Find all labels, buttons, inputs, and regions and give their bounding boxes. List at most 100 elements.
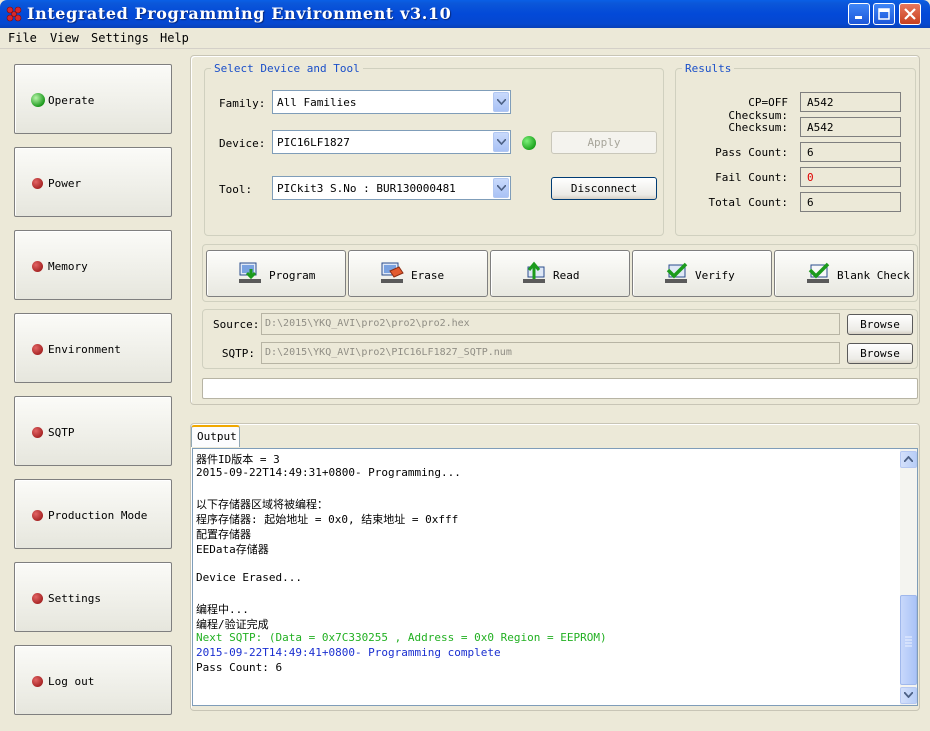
blank-check-label: Blank Check bbox=[837, 269, 910, 282]
device-group-title: Select Device and Tool bbox=[211, 62, 363, 75]
log-line: 程序存储器: 起始地址 = 0x0, 结束地址 = 0xfff bbox=[196, 513, 459, 526]
nav-label: Environment bbox=[48, 343, 121, 356]
pass-count-value: 6 bbox=[807, 146, 814, 159]
nav-environment-button[interactable]: Environment bbox=[14, 313, 172, 383]
fail-count-value: 0 bbox=[807, 171, 814, 184]
program-button[interactable]: Program bbox=[206, 250, 346, 297]
source-browse-button[interactable]: Browse bbox=[847, 314, 913, 335]
output-scrollbar[interactable] bbox=[900, 449, 917, 705]
nav-label: Production Mode bbox=[48, 509, 148, 522]
menu-settings[interactable]: Settings bbox=[91, 31, 149, 45]
status-led-icon bbox=[31, 93, 45, 107]
read-icon bbox=[523, 261, 545, 283]
nav-label: Settings bbox=[48, 592, 101, 605]
nav-sqtp-button[interactable]: SQTP bbox=[14, 396, 172, 466]
sqtp-path-field[interactable]: D:\2015\YKQ_AVI\pro2\PIC16LF1827_SQTP.nu… bbox=[261, 342, 840, 364]
nav-settings-button[interactable]: Settings bbox=[14, 562, 172, 632]
verify-button[interactable]: Verify bbox=[632, 250, 772, 297]
grip-icon bbox=[905, 636, 912, 647]
device-label: Device: bbox=[219, 137, 266, 150]
nav-log-out-button[interactable]: Log out bbox=[14, 645, 172, 715]
chevron-down-icon[interactable] bbox=[493, 178, 509, 198]
device-status-led-icon bbox=[522, 136, 536, 150]
menu-help[interactable]: Help bbox=[160, 31, 189, 45]
maximize-button[interactable] bbox=[873, 3, 895, 25]
window-title: Integrated Programming Environment v3.10 bbox=[27, 4, 452, 23]
log-line: 以下存储器区域将被编程： bbox=[196, 498, 328, 511]
sqtp-browse-button[interactable]: Browse bbox=[847, 343, 913, 364]
pass-count-value-box: 6 bbox=[800, 142, 901, 162]
device-value: PIC16LF1827 bbox=[277, 136, 350, 149]
nav-label: Memory bbox=[48, 260, 88, 273]
status-led-icon bbox=[32, 510, 43, 521]
scroll-up-button[interactable] bbox=[900, 451, 917, 468]
family-label: Family: bbox=[219, 97, 266, 110]
status-led-icon bbox=[32, 178, 43, 189]
nav-operate-button[interactable]: Operate bbox=[14, 64, 172, 134]
family-select[interactable]: All Families bbox=[272, 90, 511, 114]
menu-file[interactable]: File bbox=[8, 31, 37, 45]
menu-view[interactable]: View bbox=[50, 31, 79, 45]
minimize-icon bbox=[855, 16, 862, 19]
maximize-icon bbox=[878, 8, 890, 20]
tab-output[interactable]: Output bbox=[191, 425, 240, 447]
status-led-icon bbox=[32, 344, 43, 355]
tool-label: Tool: bbox=[219, 183, 253, 196]
nav-production-mode-button[interactable]: Production Mode bbox=[14, 479, 172, 549]
source-path-field[interactable]: D:\2015\YKQ_AVI\pro2\pro2\pro2.hex bbox=[261, 313, 840, 335]
pass-count-label: Pass Count: bbox=[715, 146, 788, 159]
apply-button[interactable]: Apply bbox=[551, 131, 657, 154]
total-count-value-box: 6 bbox=[800, 192, 901, 212]
device-select[interactable]: PIC16LF1827 bbox=[272, 130, 511, 154]
minimize-button[interactable] bbox=[848, 3, 870, 25]
log-line: 配置存储器 bbox=[196, 528, 251, 541]
nav-memory-button[interactable]: Memory bbox=[14, 230, 172, 300]
tool-select[interactable]: PICkit3 S.No : BUR130000481 bbox=[272, 176, 511, 200]
total-count-value: 6 bbox=[807, 196, 814, 209]
cp-off-checksum-value: A542 bbox=[807, 96, 834, 109]
total-count-label: Total Count: bbox=[708, 196, 788, 209]
source-label: Source: bbox=[213, 318, 260, 331]
output-log[interactable]: 器件ID版本 = 3 2015-09-22T14:49:31+0800- Pro… bbox=[192, 448, 918, 706]
chevron-down-icon[interactable] bbox=[493, 92, 509, 112]
nav-label: Power bbox=[48, 177, 82, 190]
disconnect-button[interactable]: Disconnect bbox=[551, 177, 657, 200]
nav-label: SQTP bbox=[48, 426, 75, 439]
checksum-value: A542 bbox=[807, 121, 834, 134]
log-line: 2015-09-22T14:49:31+0800- Programming... bbox=[196, 466, 461, 479]
title-bar[interactable]: Integrated Programming Environment v3.10 bbox=[0, 0, 930, 28]
close-icon bbox=[904, 8, 916, 20]
fail-count-label: Fail Count: bbox=[715, 171, 788, 184]
close-button[interactable] bbox=[899, 3, 921, 25]
chevron-down-icon[interactable] bbox=[493, 132, 509, 152]
sqtp-path-value: D:\2015\YKQ_AVI\pro2\PIC16LF1827_SQTP.nu… bbox=[265, 347, 512, 358]
log-line: 器件ID版本 = 3 bbox=[196, 453, 280, 466]
source-path-value: D:\2015\YKQ_AVI\pro2\pro2\pro2.hex bbox=[265, 318, 470, 329]
log-line: 编程中... bbox=[196, 603, 249, 616]
erase-button[interactable]: Erase bbox=[348, 250, 488, 297]
status-led-icon bbox=[32, 676, 43, 687]
sqtp-label: SQTP: bbox=[221, 347, 255, 360]
scroll-down-button[interactable] bbox=[900, 687, 917, 704]
status-led-icon bbox=[32, 427, 43, 438]
verify-label: Verify bbox=[695, 269, 735, 282]
read-button[interactable]: Read bbox=[490, 250, 630, 297]
program-icon bbox=[239, 262, 261, 283]
log-line: 2015-09-22T14:49:41+0800- Programming co… bbox=[196, 646, 501, 659]
erase-icon bbox=[381, 262, 404, 283]
status-led-icon bbox=[32, 261, 43, 272]
tab-output-label: Output bbox=[197, 430, 237, 443]
blank-check-icon bbox=[807, 262, 830, 283]
status-led-icon bbox=[32, 593, 43, 604]
progress-bar bbox=[202, 378, 918, 399]
program-label: Program bbox=[269, 269, 316, 282]
nav-label: Log out bbox=[48, 675, 95, 688]
read-label: Read bbox=[553, 269, 580, 282]
blank-check-button[interactable]: Blank Check bbox=[774, 250, 914, 297]
chevron-up-icon bbox=[904, 456, 913, 462]
nav-power-button[interactable]: Power bbox=[14, 147, 172, 217]
log-line: EEData存储器 bbox=[196, 543, 269, 556]
cp-off-checksum-label: CP=OFF Checksum: bbox=[728, 96, 788, 122]
scroll-thumb[interactable] bbox=[900, 595, 917, 685]
app-icon bbox=[6, 6, 22, 22]
